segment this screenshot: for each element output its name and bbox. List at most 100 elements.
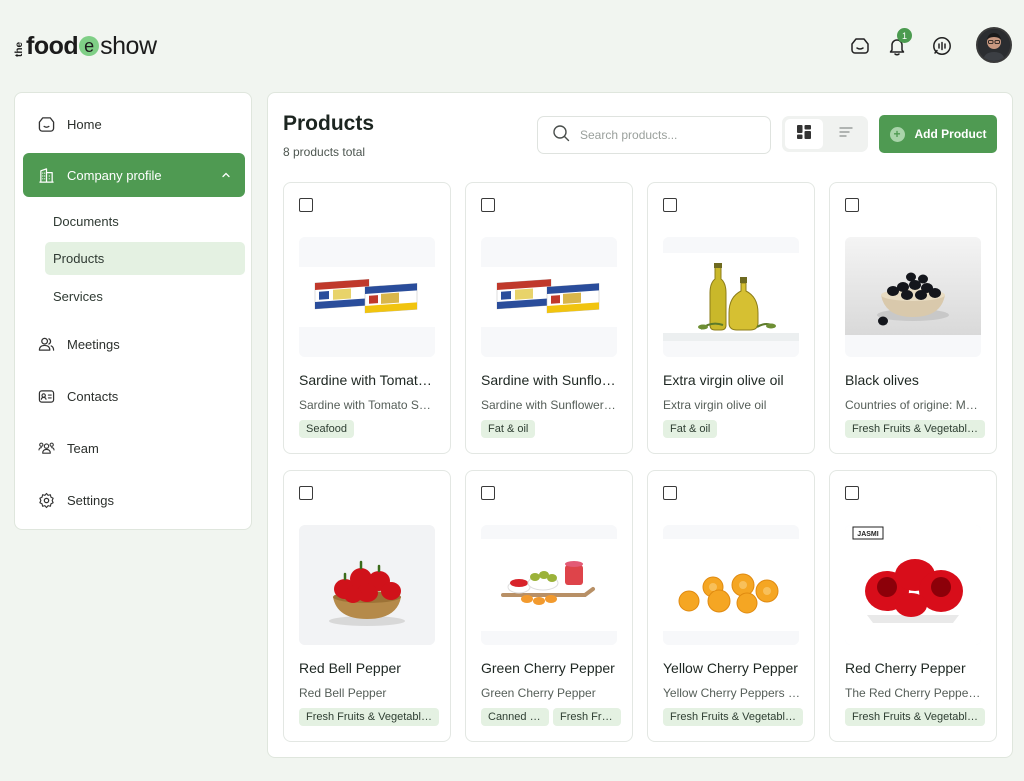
product-card[interactable]: Black olives Countries of origine: Moroc…: [829, 182, 997, 454]
product-description: Green Cherry Pepper: [481, 686, 596, 700]
product-name: Green Cherry Pepper: [481, 660, 615, 676]
grid-view-icon: [797, 124, 811, 144]
building-icon: [37, 166, 55, 184]
sidebar-item-team[interactable]: Team: [23, 426, 245, 470]
chevron-up-icon[interactable]: [221, 168, 231, 183]
products-panel: Products 8 products total + Add Product: [267, 92, 1013, 758]
products-count: 8 products total: [283, 145, 366, 159]
users-icon: [37, 335, 55, 353]
product-description: Countries of origine: Morocco: [845, 398, 983, 412]
list-view-button[interactable]: [827, 119, 865, 149]
sidebar-subitem-documents[interactable]: Documents: [45, 205, 245, 238]
team-icon: [37, 439, 55, 457]
sidebar-item-contacts[interactable]: Contacts: [23, 374, 245, 418]
product-name: Extra virgin olive oil: [663, 372, 784, 388]
product-tags: Canned fruits Fresh Fruits & Vegetables: [481, 708, 621, 726]
logo-food: food: [26, 31, 79, 60]
product-name: Red Cherry Pepper: [845, 660, 966, 676]
sidebar-item-label: Contacts: [67, 388, 119, 404]
sidebar-subitem-label: Services: [53, 289, 103, 304]
category-tag: Fat & oil: [663, 420, 718, 438]
product-image-sardine-sunflower: [481, 237, 617, 357]
product-name: Yellow Cherry Pepper: [663, 660, 798, 676]
product-tags: Fresh Fruits & Vegetables: [663, 708, 803, 726]
select-checkbox[interactable]: [481, 486, 495, 500]
sidebar-subitem-label: Products: [53, 251, 105, 266]
product-image-sardine-tomato: [299, 237, 435, 357]
category-tag: Fresh Fruits & Vegetables: [299, 708, 439, 726]
product-card[interactable]: Green Cherry Pepper Green Cherry Pepper …: [465, 470, 633, 742]
category-tag: Canned fruits: [481, 708, 549, 726]
product-name: Red Bell Pepper: [299, 660, 401, 676]
product-description: Red Bell Pepper: [299, 686, 387, 700]
sidebar-item-settings[interactable]: Settings: [23, 478, 245, 522]
sidebar-item-label: Home: [67, 116, 102, 132]
product-tags: Fresh Fruits & Vegetables: [845, 708, 985, 726]
search-box[interactable]: [537, 116, 771, 154]
select-checkbox[interactable]: [299, 486, 313, 500]
product-tags: Fat & oil: [481, 420, 621, 438]
product-card[interactable]: Yellow Cherry Pepper Yellow Cherry Peppe…: [647, 470, 815, 742]
product-image-green-cherry-pepper: [481, 525, 617, 645]
product-image-red-bell-pepper: [299, 525, 435, 645]
select-checkbox[interactable]: [845, 198, 859, 212]
sidebar-item-label: Settings: [67, 492, 114, 508]
product-description: Yellow Cherry Peppers in brine: [663, 686, 801, 700]
category-tag: Fresh Fruits & Vegetables: [845, 420, 985, 438]
sidebar-subitem-services[interactable]: Services: [45, 280, 245, 313]
product-image-yellow-cherry-pepper: [663, 525, 799, 645]
product-description: Sardine with Sunflower Oil: [481, 398, 619, 412]
search-input[interactable]: [580, 128, 750, 142]
product-card[interactable]: Sardine with Tomato Sauce Sardine with T…: [283, 182, 451, 454]
page-title: Products: [283, 112, 375, 135]
product-image-black-olives: [845, 237, 981, 357]
gear-icon: [37, 491, 55, 509]
product-tags: Seafood: [299, 420, 439, 438]
select-checkbox[interactable]: [663, 486, 677, 500]
product-card[interactable]: JASMI Red Cherry Pepper The Red Cherry P…: [829, 470, 997, 742]
product-description: Sardine with Tomato Sauce: [299, 398, 437, 412]
product-image-olive-oil: [663, 237, 799, 357]
grid-view-button[interactable]: [785, 119, 823, 149]
product-name: Sardine with Sunflower Oil: [481, 372, 619, 388]
category-tag: Fresh Fruits & Vegetables: [663, 708, 803, 726]
product-card[interactable]: Sardine with Sunflower Oil Sardine with …: [465, 182, 633, 454]
search-icon: [552, 124, 570, 147]
product-tags: Fresh Fruits & Vegetables: [299, 708, 439, 726]
category-tag: Seafood: [299, 420, 354, 438]
view-toggle: [782, 116, 868, 152]
select-checkbox[interactable]: [845, 486, 859, 500]
image-brand-label: JASMI: [857, 531, 878, 538]
user-avatar[interactable]: [976, 27, 1012, 63]
contact-card-icon: [37, 387, 55, 405]
product-card[interactable]: Extra virgin olive oil Extra virgin oliv…: [647, 182, 815, 454]
product-tags: Fat & oil: [663, 420, 803, 438]
logo-show: show: [100, 31, 157, 60]
add-product-label: Add Product: [914, 127, 987, 141]
product-tags: Fresh Fruits & Vegetables: [845, 420, 985, 438]
product-name: Sardine with Tomato Sauce: [299, 372, 437, 388]
select-checkbox[interactable]: [663, 198, 677, 212]
product-image-red-cherry-pepper: JASMI: [845, 525, 981, 645]
sidebar-item-company-profile[interactable]: Company profile: [23, 153, 245, 197]
chat-face-icon[interactable]: [849, 35, 871, 57]
sidebar-item-label: Company profile: [67, 167, 162, 183]
messages-icon[interactable]: [931, 35, 953, 57]
sidebar: Home Company profile Documents Products …: [14, 92, 252, 530]
brand-logo[interactable]: the food e show: [14, 30, 157, 62]
category-tag: Fresh Fruits & Vegetables: [553, 708, 621, 726]
select-checkbox[interactable]: [481, 198, 495, 212]
select-checkbox[interactable]: [299, 198, 313, 212]
sidebar-item-meetings[interactable]: Meetings: [23, 322, 245, 366]
sidebar-item-label: Team: [67, 440, 99, 456]
add-product-button[interactable]: + Add Product: [879, 115, 997, 153]
product-description: The Red Cherry Peppers in brine: [845, 686, 983, 700]
plus-icon: +: [889, 126, 905, 142]
logo-the: the: [14, 42, 25, 57]
logo-e: e: [79, 36, 100, 56]
sidebar-item-home[interactable]: Home: [23, 102, 245, 146]
sidebar-subitem-products[interactable]: Products: [45, 242, 245, 275]
home-icon: [37, 115, 55, 133]
product-card[interactable]: Red Bell Pepper Red Bell Pepper Fresh Fr…: [283, 470, 451, 742]
product-description: Extra virgin olive oil: [663, 398, 767, 412]
